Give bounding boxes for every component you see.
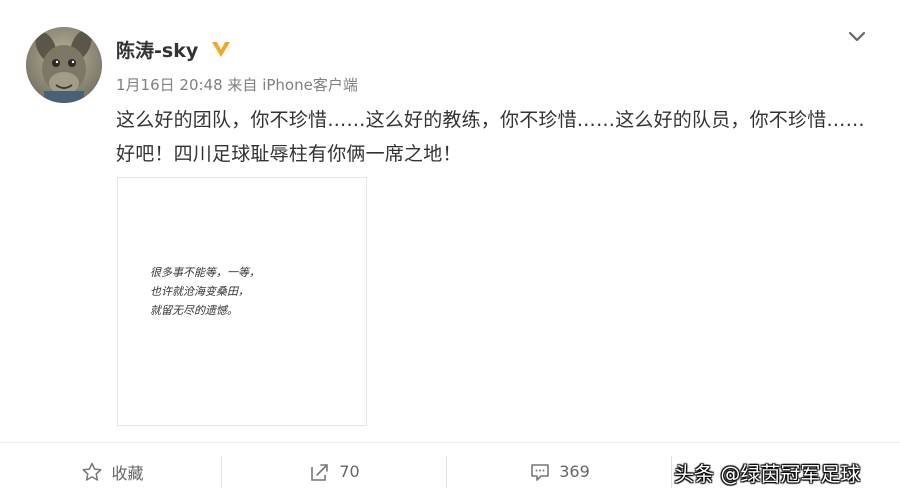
comment-button[interactable]: 369 bbox=[447, 443, 672, 500]
handwriting-image: 很多事不能等，一等， 也许就沧海变桑田， 就留无尽的遗憾。 bbox=[150, 266, 260, 317]
image-text-line: 很多事不能等，一等， bbox=[150, 266, 260, 279]
image-text-line: 也许就沧海变桑田， bbox=[150, 285, 249, 298]
watermark: 头条 @绿茵冠军足球 bbox=[674, 462, 861, 486]
weibo-post-card: 陈涛-sky 1月16日 20:48 来自 iPhone客户端 这么好的团队，你… bbox=[0, 0, 900, 502]
post-image[interactable]: 很多事不能等，一等， 也许就沧海变桑田， 就留无尽的遗憾。 bbox=[117, 177, 367, 426]
repost-count: 70 bbox=[339, 462, 360, 481]
post-timestamp[interactable]: 1月16日 20:48 bbox=[116, 76, 223, 94]
image-text-line: 就留无尽的遗憾。 bbox=[150, 304, 238, 317]
post-source: 来自 iPhone客户端 bbox=[227, 76, 358, 94]
repost-button[interactable]: 70 bbox=[222, 443, 447, 500]
username[interactable]: 陈涛-sky bbox=[116, 36, 198, 63]
avatar-image bbox=[26, 27, 102, 103]
chevron-down-icon[interactable] bbox=[845, 25, 869, 47]
repost-icon bbox=[309, 461, 331, 483]
post-text: 这么好的团队，你不珍惜……这么好的教练，你不珍惜……这么好的队员，你不珍惜……好… bbox=[116, 109, 865, 165]
star-icon bbox=[81, 461, 103, 483]
avatar[interactable] bbox=[26, 27, 102, 103]
toolbar-divider bbox=[671, 456, 672, 488]
comment-count: 369 bbox=[559, 462, 590, 481]
favorite-label: 收藏 bbox=[111, 463, 144, 483]
vip-badge-icon bbox=[212, 42, 230, 57]
comment-icon bbox=[529, 461, 551, 483]
post-meta: 1月16日 20:48 来自 iPhone客户端 bbox=[116, 74, 358, 95]
favorite-button[interactable]: 收藏 bbox=[0, 443, 225, 500]
